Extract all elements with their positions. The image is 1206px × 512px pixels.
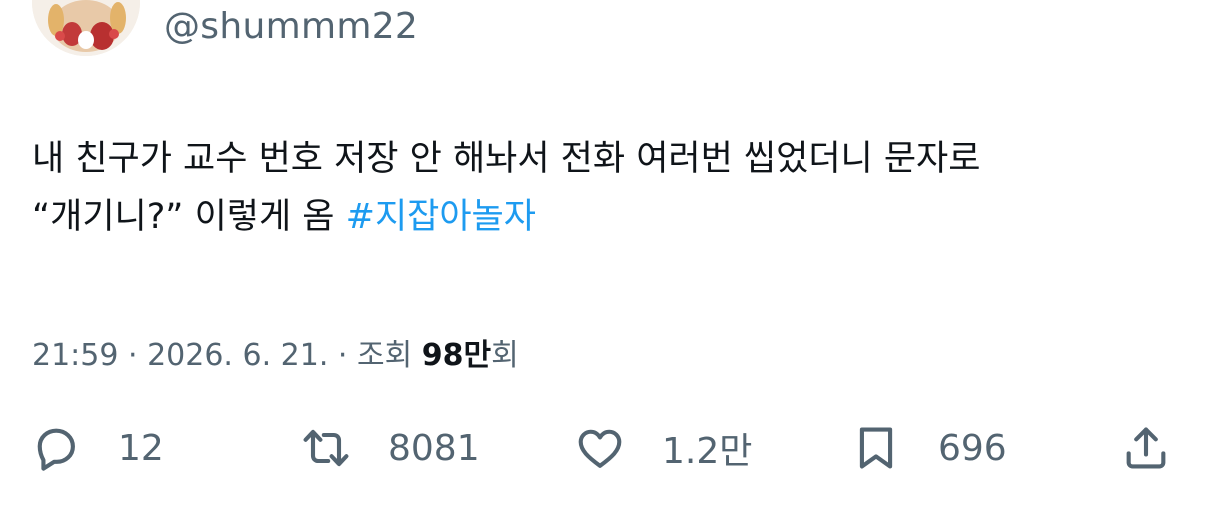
tweet-detail: @shummm22 내 친구가 교수 번호 저장 안 해놔서 전화 여러번 씹었…: [0, 0, 1206, 512]
reply-button[interactable]: 12: [30, 418, 164, 478]
tweet-time[interactable]: 21:59: [32, 338, 118, 373]
meta-separator: ·: [328, 338, 357, 373]
bookmark-button[interactable]: 696: [850, 418, 1007, 478]
tweet-meta: 21:59 · 2026. 6. 21. · 조회 98만회: [32, 330, 519, 374]
retweet-count: 8081: [388, 427, 480, 469]
retweet-icon: [300, 422, 352, 474]
views-label: 조회: [356, 338, 422, 373]
retweet-button[interactable]: 8081: [300, 418, 480, 478]
meta-separator: ·: [118, 338, 148, 373]
heart-icon: [574, 422, 626, 474]
tweet-date[interactable]: 2026. 6. 21.: [147, 338, 328, 373]
avatar[interactable]: [32, 0, 140, 56]
like-count: 1.2만: [662, 431, 753, 472]
tweet-text: 내 친구가 교수 번호 저장 안 해놔서 전화 여러번 씹었더니 문자로 “개기…: [32, 130, 1172, 246]
like-button[interactable]: 1.2만: [574, 418, 752, 478]
share-icon: [1120, 422, 1172, 474]
avatar-image: [32, 0, 140, 56]
views-suffix: 회: [491, 338, 519, 373]
views-count[interactable]: 98만: [422, 338, 491, 373]
reply-count: 12: [118, 427, 164, 469]
action-bar: 12 8081 1.2만 696: [0, 418, 1206, 478]
tweet-text-line-1: 내 친구가 교수 번호 저장 안 해놔서 전화 여러번 씹었더니 문자로: [32, 139, 981, 179]
hashtag-link[interactable]: #지잡아놀자: [346, 197, 536, 237]
share-button[interactable]: [1120, 418, 1172, 478]
tweet-text-line-2-body: “개기니?” 이렇게 옴: [32, 197, 346, 237]
bookmark-icon: [850, 422, 902, 474]
author-handle[interactable]: @shummm22: [164, 6, 418, 47]
tweet-text-line-2: “개기니?” 이렇게 옴 #지잡아놀자: [32, 188, 1172, 246]
bookmark-count: 696: [938, 427, 1007, 469]
reply-icon: [30, 422, 82, 474]
